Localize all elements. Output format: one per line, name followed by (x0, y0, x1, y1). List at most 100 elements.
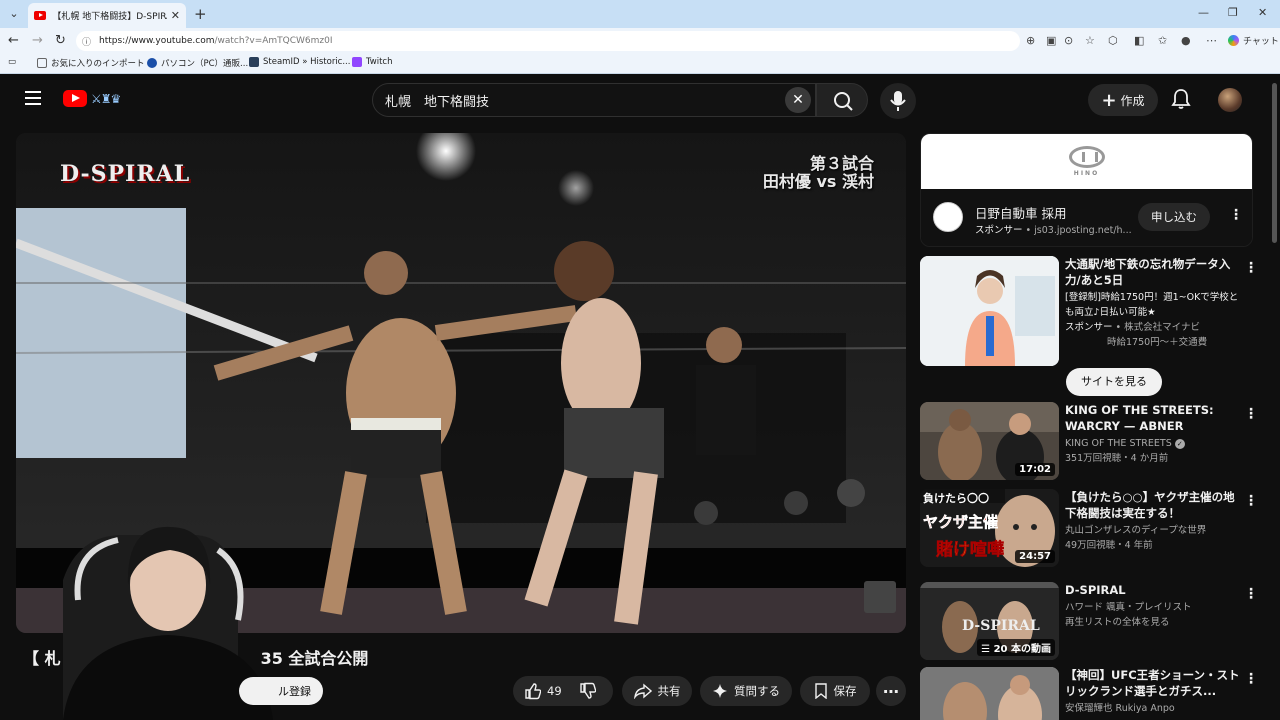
sponsored-ad-card[interactable]: HINO 日野自動車 採用 スポンサー • js03.jposting.net/… (920, 133, 1253, 247)
bookmark-twitch[interactable]: Twitch (352, 57, 393, 67)
tab-close-icon[interactable]: ✕ (171, 9, 180, 22)
channel-name[interactable]: KING OF THE STREETS ✓ (1065, 436, 1245, 451)
item-menu-icon[interactable]: ⋮ (1244, 260, 1258, 276)
search-input[interactable]: 札幌 地下格闘技 (385, 91, 489, 110)
clear-search-icon[interactable]: ✕ (785, 87, 811, 113)
bookmarks-menu-icon[interactable]: ▭ (8, 57, 16, 67)
favorites-icon[interactable]: ✩ (1158, 34, 1167, 47)
event-logo-overlay: D-SPIRAL (60, 161, 191, 187)
restore-icon[interactable]: ❐ (1228, 6, 1238, 19)
apply-button[interactable]: 申し込む (1138, 203, 1210, 231)
ad-sponsor-line: スポンサー • js03.jposting.net/h... (975, 225, 1132, 236)
ad-sponsor-line: スポンサー • 株式会社マイナビ (1065, 322, 1200, 333)
bookmark-import[interactable]: お気に入りのインポート (37, 57, 145, 69)
item-menu-icon[interactable]: ⋮ (1244, 671, 1258, 687)
browser-tab-active[interactable]: 【札幌 地下格闘技】D-SPIRAL35 全... ✕ (28, 3, 186, 28)
ad-description: [登録制]時給1750円！週1~OKで学校とも両立♪日払い可能★ (1065, 292, 1239, 318)
tab-title: 【札幌 地下格闘技】D-SPIRAL35 全... (52, 12, 167, 22)
recommendation-title[interactable]: 【負けたら○○】ヤクザ主催の地下格闘技は実在する！ (1065, 489, 1245, 521)
playlist-owner[interactable]: ハワード 颯真・プレイリスト (1065, 600, 1245, 615)
recommendation-item[interactable]: 大通駅/地下鉄の忘れ物データ入力/あと5日 [登録制]時給1750円！週1~OK… (920, 256, 1260, 396)
ad-menu-icon[interactable]: ⋮ (1229, 207, 1243, 223)
voice-search-button[interactable] (880, 83, 916, 119)
forward-arrow-icon[interactable]: → (32, 33, 43, 48)
more-menu-icon[interactable]: ⋯ (1206, 34, 1217, 47)
site-info-icon[interactable]: ⓘ (82, 35, 91, 48)
tab-list-chevron-icon[interactable]: ⌄ (4, 4, 24, 24)
window-close-icon[interactable]: ✕ (1258, 6, 1267, 19)
zoom-icon[interactable]: ⊙ (1064, 34, 1073, 47)
site-icon (147, 58, 157, 68)
translate-icon[interactable]: ⊕ (1026, 34, 1035, 47)
ask-button[interactable]: 質問する (700, 676, 792, 706)
more-actions-icon[interactable]: ⋯ (876, 676, 906, 706)
back-arrow-icon[interactable]: ← (8, 33, 19, 48)
reload-icon[interactable]: ↻ (55, 33, 66, 48)
bookmark-pc-shop[interactable]: パソコン（PC）通販... (147, 57, 248, 69)
youtube-logo[interactable]: ⚔♜♛ (63, 90, 121, 107)
recommendation-title[interactable]: KING OF THE STREETS: WARCRY — ABNER LLOV… (1065, 402, 1245, 434)
search-box[interactable]: 札幌 地下格闘技 ✕ (372, 83, 816, 117)
address-bar[interactable]: ⓘ https://www.youtube.com/watch?v=AmTQCW… (76, 31, 1020, 51)
view-full-playlist-link[interactable]: 再生リストの全体を見る (1065, 615, 1245, 630)
account-avatar[interactable] (1218, 88, 1242, 112)
recommendation-title[interactable]: 大通駅/地下鉄の忘れ物データ入力/あと5日 (1065, 256, 1245, 288)
browser-toolbar: ← → ↻ ⓘ https://www.youtube.com/watch?v=… (0, 28, 1280, 54)
copilot-chat-button[interactable]: チャット (1228, 34, 1279, 47)
extensions-icon[interactable]: ⬡ (1108, 34, 1118, 47)
visit-site-button[interactable]: サイトを見る (1066, 368, 1162, 396)
video-duration: 17:02 (1015, 463, 1055, 476)
item-menu-icon[interactable]: ⋮ (1244, 406, 1258, 422)
browser-tabstrip: ⌄ 【札幌 地下格闘技】D-SPIRAL35 全... ✕ + — ❐ ✕ (0, 0, 1280, 28)
page-scrollbar[interactable] (1272, 75, 1277, 720)
recommendation-item[interactable]: 17:02 KING OF THE STREETS: WARCRY — ABNE… (920, 402, 1260, 482)
sparkle-icon (713, 684, 727, 698)
playlist-count-badge: ☰ 20 本の動画 (977, 639, 1055, 656)
channel-name[interactable]: 安保瑠輝也 Rukiya Anpo (1065, 701, 1245, 716)
playlist-icon: ☰ (981, 644, 994, 655)
sidebar-icon[interactable]: ◧ (1134, 34, 1144, 47)
verified-badge-icon: ✓ (1174, 438, 1185, 449)
profile-icon[interactable]: ● (1181, 34, 1191, 47)
thumbs-down-icon[interactable] (578, 682, 596, 700)
playlist-title[interactable]: D-SPIRAL (1065, 582, 1245, 598)
item-menu-icon[interactable]: ⋮ (1244, 586, 1258, 602)
share-button[interactable]: 共有 (622, 676, 692, 706)
item-menu-icon[interactable]: ⋮ (1244, 493, 1258, 509)
bookmark-icon (814, 683, 827, 699)
search-icon (834, 92, 853, 111)
ad-banner[interactable]: HINO (921, 134, 1252, 189)
save-button[interactable]: 保存 (800, 676, 870, 706)
search-button[interactable] (816, 83, 868, 117)
new-tab-plus-icon[interactable]: + (194, 5, 207, 23)
thumbs-up-icon (525, 683, 541, 700)
create-button[interactable]: + 作成 (1088, 84, 1158, 116)
favorite-star-icon[interactable]: ☆ (1085, 34, 1095, 47)
video-thumbnail[interactable] (920, 256, 1059, 366)
channel-name[interactable]: 丸山ゴンザレスのディープな世界 (1065, 523, 1245, 538)
menu-icon[interactable] (25, 91, 41, 109)
playlist-item[interactable]: D-SPIRAL ☰ 20 本の動画 D-SPIRAL ハワード 颯真・プレイリ… (920, 576, 1260, 660)
youtube-play-icon (63, 90, 87, 107)
channel-watermark[interactable] (864, 581, 896, 613)
scrollbar-thumb[interactable] (1272, 83, 1277, 243)
thumb-text: 賭け喧嘩 (936, 540, 1005, 561)
recommendation-item[interactable]: 【神回】UFC王者ショーン・ストリックランド選手とガチス... 安保瑠輝也 Ru… (920, 667, 1260, 720)
playlist-thumbnail[interactable]: D-SPIRAL ☰ 20 本の動画 (920, 582, 1059, 660)
recommendation-item[interactable]: 負けたら〇〇 ヤクザ主催 賭け喧嘩 24:57 【負けたら○○】ヤクザ主催の地下… (920, 489, 1260, 569)
bookmark-steamid[interactable]: SteamID » Historic... (249, 57, 350, 67)
notifications-bell-icon[interactable] (1171, 88, 1191, 114)
video-thumbnail[interactable]: 17:02 (920, 402, 1059, 480)
recommendation-title[interactable]: 【神回】UFC王者ショーン・ストリックランド選手とガチス... (1065, 667, 1245, 699)
subscribe-button[interactable]: ル登録 (239, 677, 323, 705)
minimize-icon[interactable]: — (1198, 6, 1209, 19)
advertiser-avatar[interactable] (933, 202, 963, 232)
copilot-icon (1228, 35, 1239, 46)
reading-view-icon[interactable]: ▣ (1046, 34, 1056, 47)
video-duration: 24:57 (1015, 550, 1055, 563)
video-thumbnail[interactable] (920, 667, 1059, 720)
video-thumbnail[interactable]: 負けたら〇〇 ヤクザ主催 賭け喧嘩 24:57 (920, 489, 1059, 567)
view-stats: 351万回視聴・4 か月前 (1065, 453, 1169, 464)
like-button[interactable]: 49 (513, 676, 613, 706)
share-icon (633, 683, 652, 699)
